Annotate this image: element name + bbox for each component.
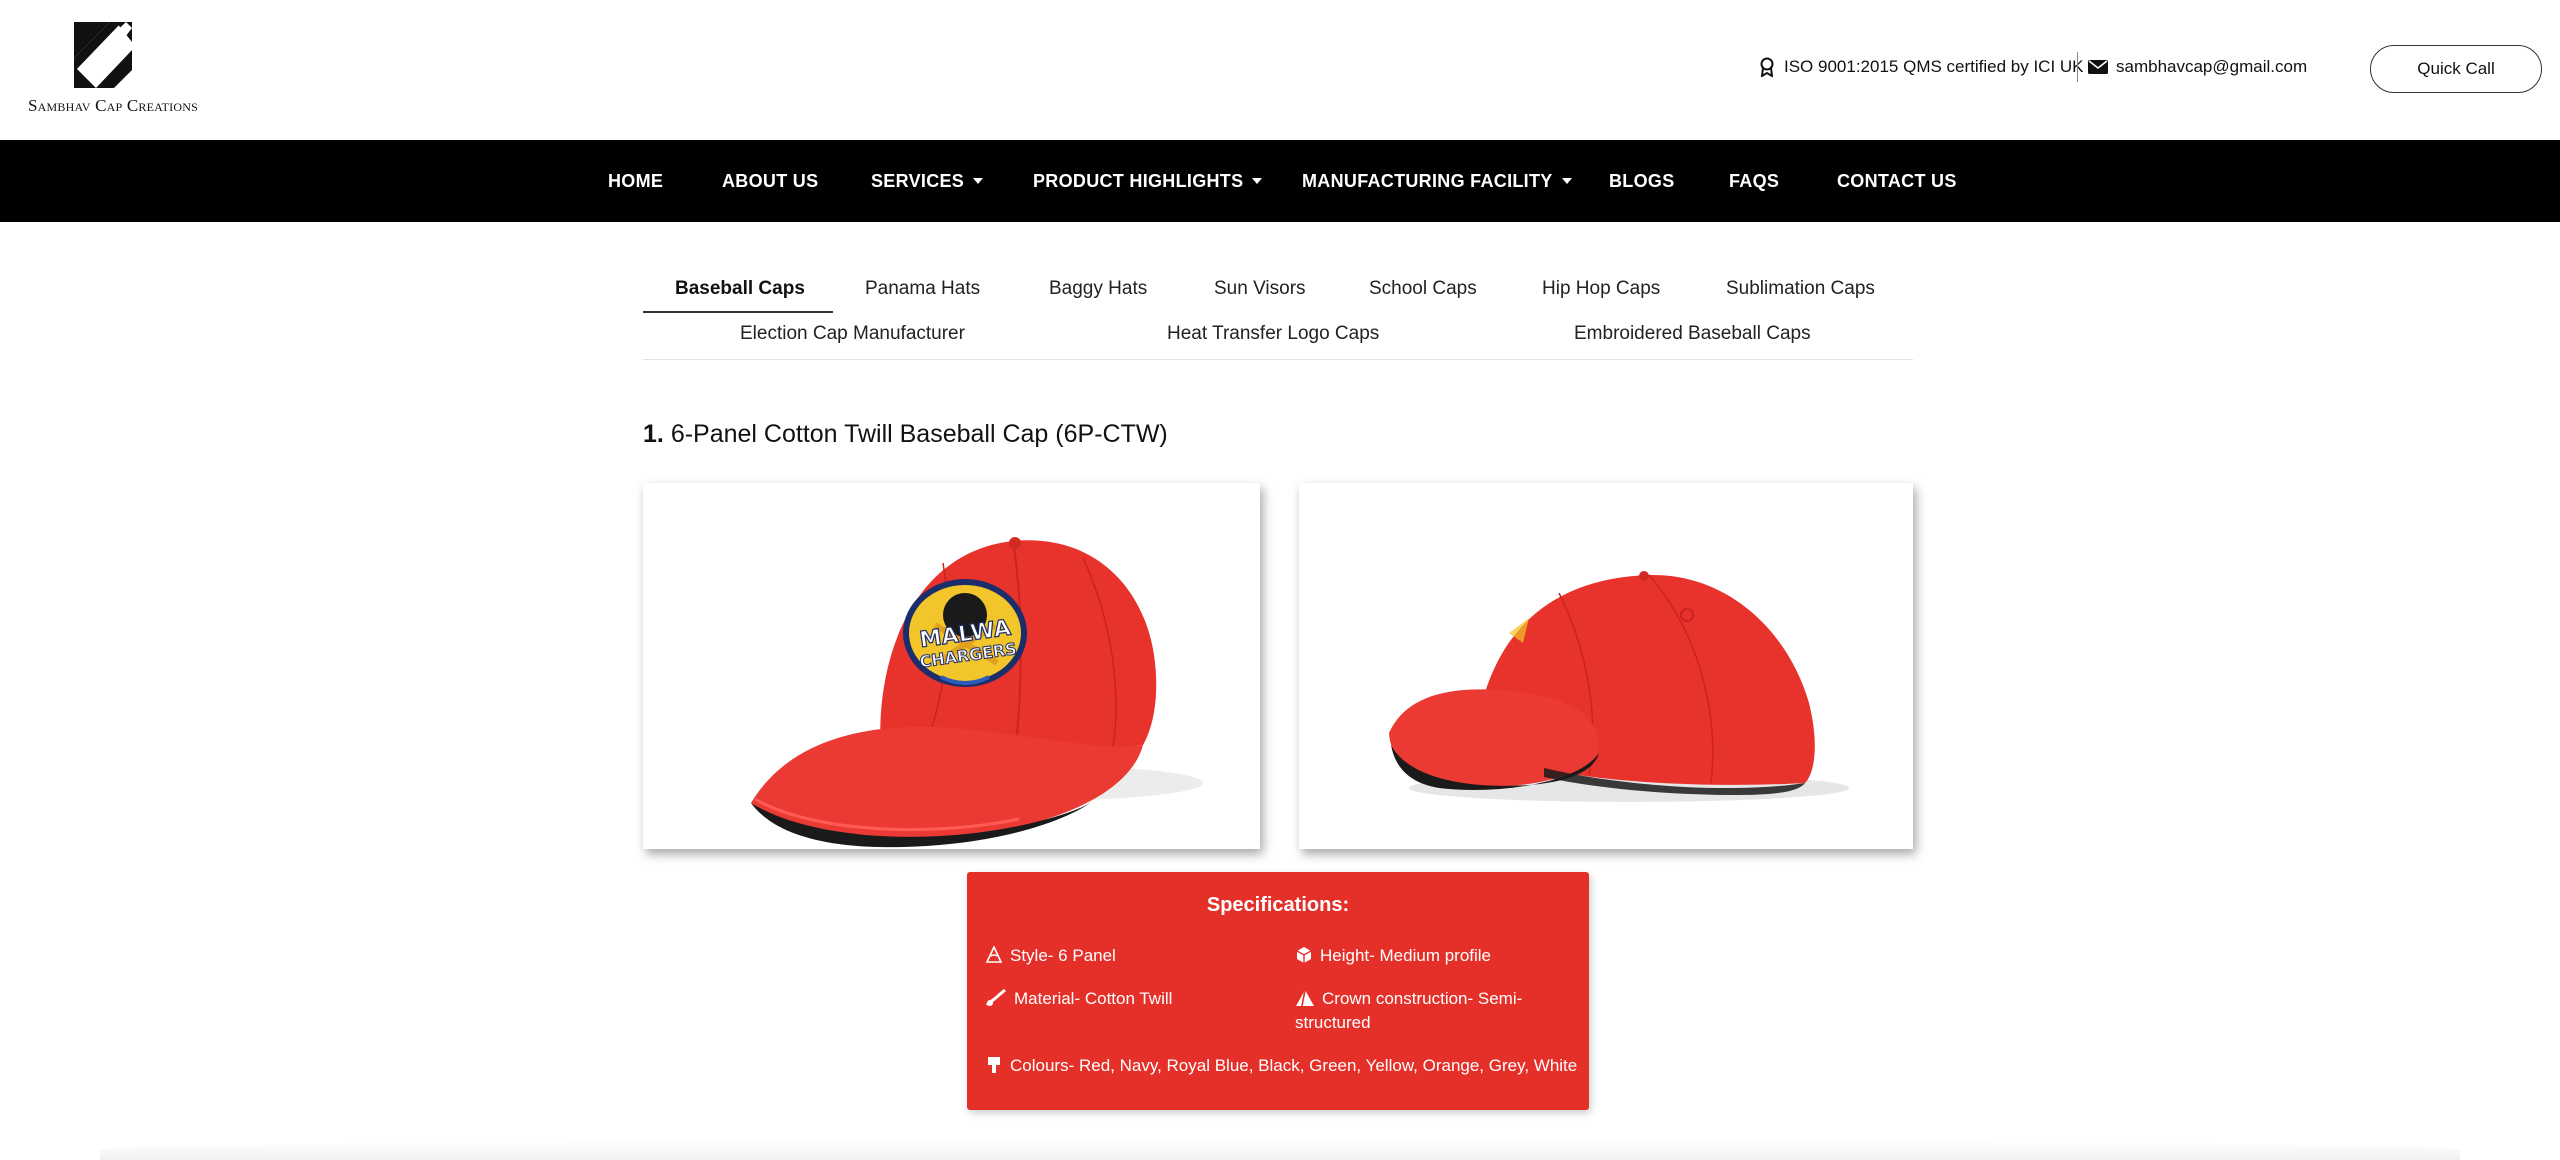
- main-nav: HOME ABOUT US SERVICES PRODUCT HIGHLIGHT…: [0, 140, 2560, 222]
- product-number: 1.: [643, 420, 664, 448]
- nav-manufacturing-facility[interactable]: MANUFACTURING FACILITY: [1302, 140, 1572, 222]
- nav-home-label: HOME: [608, 170, 664, 191]
- email-link[interactable]: sambhavcap@gmail.com: [2116, 57, 2307, 77]
- cap-side-image: [1389, 571, 1849, 802]
- nav-about-us[interactable]: ABOUT US: [722, 140, 818, 222]
- product-name: 6-Panel Cotton Twill Baseball Cap (6P-CT…: [670, 420, 1168, 448]
- tab-hip-hop-caps[interactable]: Hip Hop Caps: [1542, 278, 1660, 300]
- spec-material: Material- Cotton Twill: [985, 987, 1172, 1011]
- active-tab-indicator: [643, 311, 833, 313]
- spec-material-text: Material- Cotton Twill: [1014, 989, 1173, 1008]
- spec-height: Height- Medium profile: [1295, 944, 1491, 968]
- product-category-tabs: Baseball Caps Panama Hats Baggy Hats Sun…: [643, 262, 1913, 360]
- spec-style: Style- 6 Panel: [985, 944, 1116, 968]
- caret-down-icon: [973, 178, 984, 184]
- brand-logo[interactable]: Sambhav Cap Creations: [28, 22, 198, 118]
- spec-crown-line2: structured: [1295, 1013, 1371, 1032]
- email-info[interactable]: sambhavcap@gmail.com: [2088, 55, 2307, 79]
- cap-front-image: MALWA CHARGERS: [751, 537, 1203, 848]
- certification-info: ISO 9001:2015 QMS certified by ICI UK: [1758, 55, 2084, 79]
- cube-icon: [1296, 947, 1312, 963]
- footer-shadow: [100, 1140, 2460, 1160]
- nav-contact-us[interactable]: CONTACT US: [1837, 140, 1957, 222]
- team-logo: MALWA CHARGERS: [903, 579, 1027, 687]
- tab-election-cap-manufacturer[interactable]: Election Cap Manufacturer: [740, 323, 965, 345]
- pyramid-icon: [1296, 989, 1314, 1007]
- nav-contact-label: CONTACT US: [1837, 170, 1957, 191]
- nav-product-highlights[interactable]: PRODUCT HIGHLIGHTS: [1033, 140, 1263, 222]
- tab-heat-transfer-logo-caps[interactable]: Heat Transfer Logo Caps: [1167, 323, 1379, 345]
- nav-services[interactable]: SERVICES: [871, 140, 984, 222]
- tab-baggy-hats[interactable]: Baggy Hats: [1049, 278, 1147, 300]
- tab-baseball-caps[interactable]: Baseball Caps: [675, 278, 805, 300]
- spec-height-text: Height- Medium profile: [1320, 946, 1492, 965]
- specifications-panel: Specifications: Style- 6 Panel Height- M…: [967, 872, 1589, 1110]
- spec-style-text: Style- 6 Panel: [1010, 946, 1116, 965]
- product-image-front[interactable]: MALWA CHARGERS: [643, 483, 1260, 849]
- nav-blogs[interactable]: BLOGS: [1609, 140, 1675, 222]
- nav-home[interactable]: HOME: [608, 140, 663, 222]
- nav-services-label: SERVICES: [871, 170, 965, 191]
- caret-down-icon: [1252, 178, 1263, 184]
- nav-product-label: PRODUCT HIGHLIGHTS: [1033, 170, 1244, 191]
- tab-embroidered-baseball-caps[interactable]: Embroidered Baseball Caps: [1574, 323, 1811, 345]
- tab-panama-hats[interactable]: Panama Hats: [865, 278, 980, 300]
- cone-icon: [985, 946, 1003, 963]
- product-title: 1. 6-Panel Cotton Twill Baseball Cap (6P…: [643, 420, 1168, 449]
- specifications-title: Specifications:: [1206, 894, 1350, 916]
- nav-blogs-label: BLOGS: [1609, 170, 1675, 191]
- nav-faqs[interactable]: FAQS: [1729, 140, 1779, 222]
- tab-sun-visors[interactable]: Sun Visors: [1214, 278, 1306, 300]
- site-header: Sambhav Cap Creations ISO 9001:2015 QMS …: [0, 0, 2560, 140]
- tab-sublimation-caps[interactable]: Sublimation Caps: [1726, 278, 1875, 300]
- paint-brush-icon: [988, 1057, 1000, 1073]
- tab-school-caps[interactable]: School Caps: [1369, 278, 1477, 300]
- spec-crown-line1: Crown construction- Semi-: [1322, 989, 1523, 1008]
- envelope-icon: [2088, 60, 2108, 74]
- quick-call-button[interactable]: Quick Call: [2370, 45, 2542, 93]
- spec-crown: Crown construction- Semi-structured: [1295, 987, 1575, 1035]
- award-icon: [1760, 57, 1774, 77]
- certification-text: ISO 9001:2015 QMS certified by ICI UK: [1784, 57, 2084, 76]
- logo-mark-icon: [74, 22, 132, 88]
- nav-manufacturing-label: MANUFACTURING FACILITY: [1302, 170, 1553, 191]
- nav-about-label: ABOUT US: [722, 170, 819, 191]
- fabric-roll-icon: [985, 989, 1006, 1007]
- spec-colours-text: Colours- Red, Navy, Royal Blue, Black, G…: [1010, 1056, 1578, 1075]
- header-divider: [2077, 52, 2078, 82]
- logo-text: Sambhav Cap Creations: [28, 96, 198, 115]
- caret-down-icon: [1561, 178, 1572, 184]
- spec-colours: Colours- Red, Navy, Royal Blue, Black, G…: [985, 1054, 1577, 1078]
- nav-faqs-label: FAQS: [1729, 170, 1780, 191]
- product-image-side[interactable]: [1299, 483, 1913, 849]
